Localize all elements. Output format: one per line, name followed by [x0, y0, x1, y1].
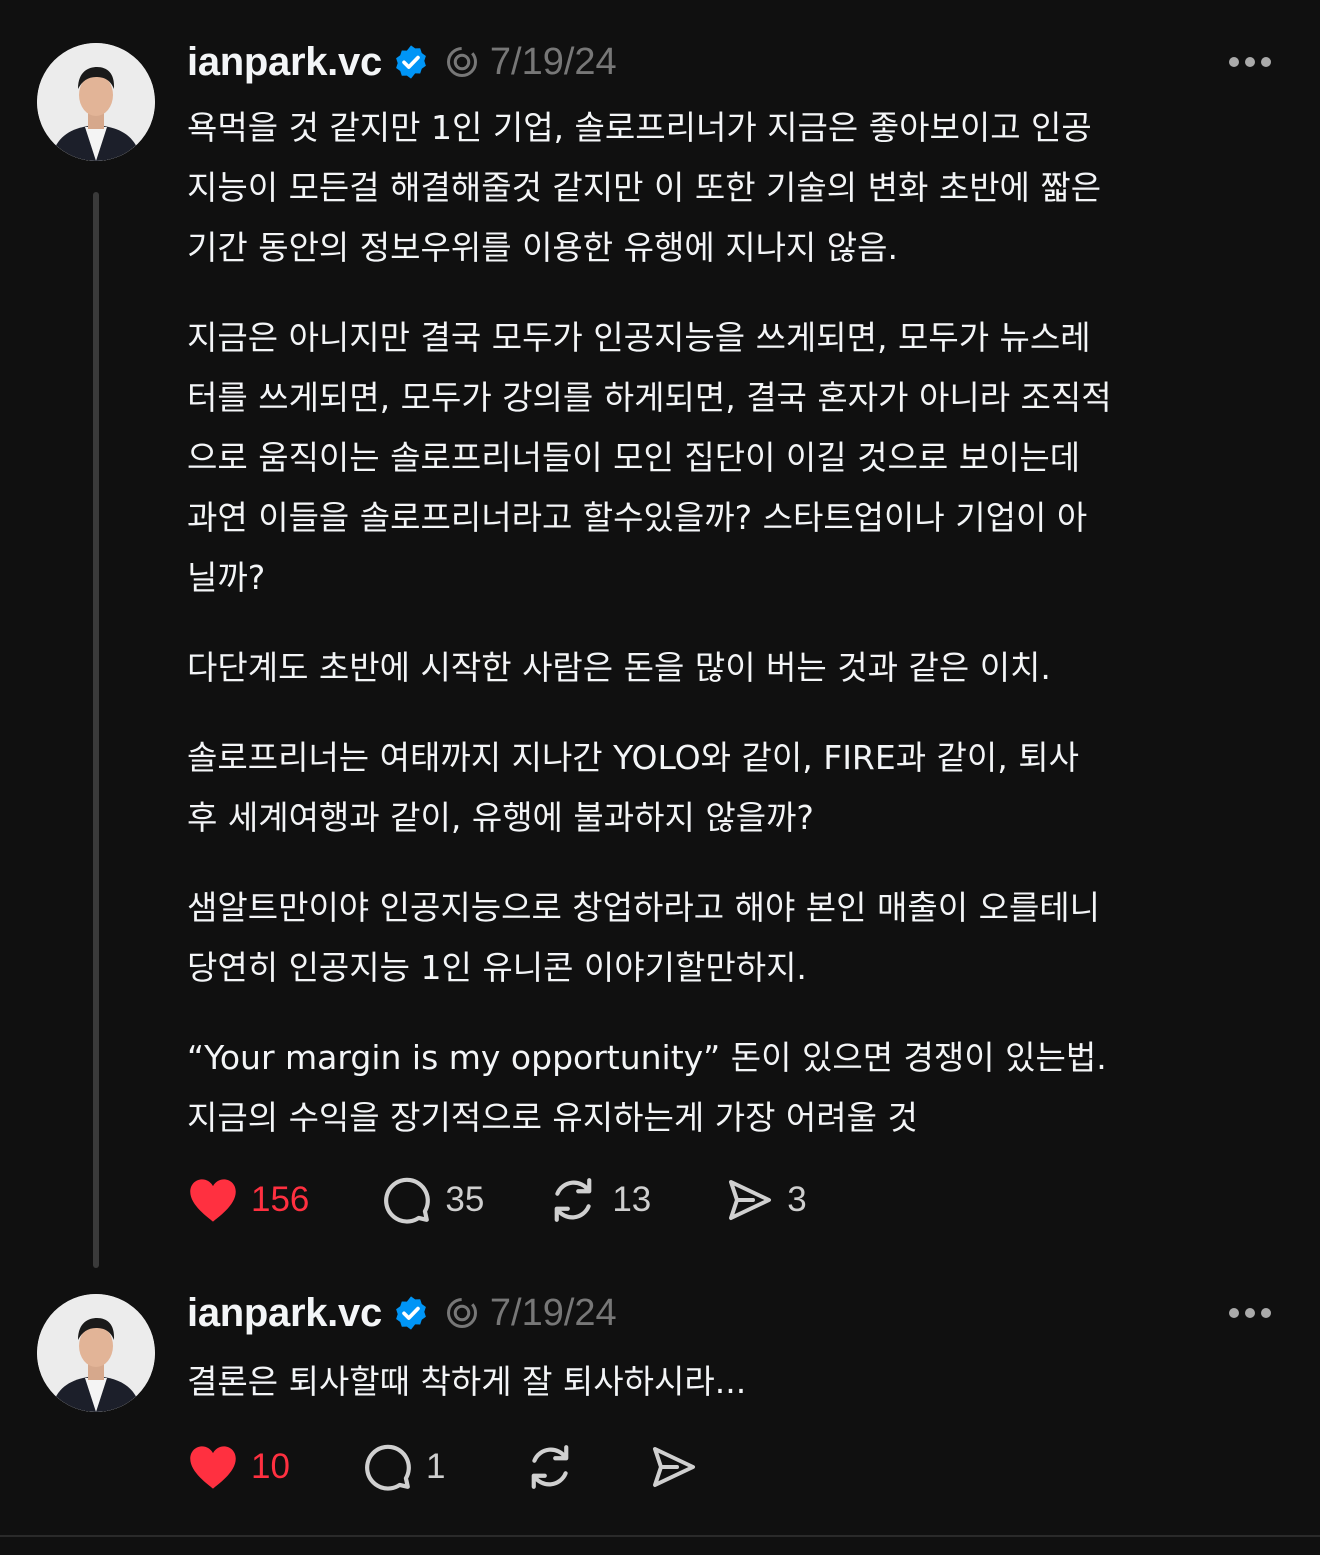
username[interactable]: ianpark.vc	[187, 1291, 382, 1336]
share-button[interactable]	[647, 1443, 699, 1491]
verified-badge-icon	[396, 1296, 426, 1330]
repost-button[interactable]	[523, 1442, 577, 1492]
comment-count: 1	[425, 1447, 446, 1486]
like-button[interactable]: 10	[187, 1443, 290, 1491]
post-header: ianpark.vc 7/19/24	[187, 1283, 617, 1343]
post-paragraph: 결론은 퇴사할때 착하게 잘 퇴사하시라...	[187, 1362, 747, 1401]
more-options-icon[interactable]	[1228, 1307, 1272, 1319]
comment-bubble-icon	[364, 1444, 411, 1491]
like-count: 10	[251, 1447, 290, 1486]
profile-photo-icon	[37, 1294, 155, 1412]
post-actions: 10 1	[187, 1437, 699, 1497]
comment-button[interactable]: 1	[362, 1442, 445, 1492]
post-date: 7/19/24	[489, 1291, 617, 1334]
repost-icon	[532, 1445, 569, 1489]
thread-post-2: ianpark.vc 7/19/24 결론은 퇴사할때 착하게 잘 퇴사하시라.…	[0, 0, 1320, 1535]
heart-icon	[190, 1446, 236, 1489]
feed-divider	[0, 1535, 1320, 1537]
avatar[interactable]	[37, 1294, 155, 1412]
post-body: 결론은 퇴사할때 착하게 잘 퇴사하시라...	[187, 1352, 1287, 1442]
threads-reply-icon	[446, 1298, 477, 1328]
send-icon	[653, 1447, 696, 1487]
